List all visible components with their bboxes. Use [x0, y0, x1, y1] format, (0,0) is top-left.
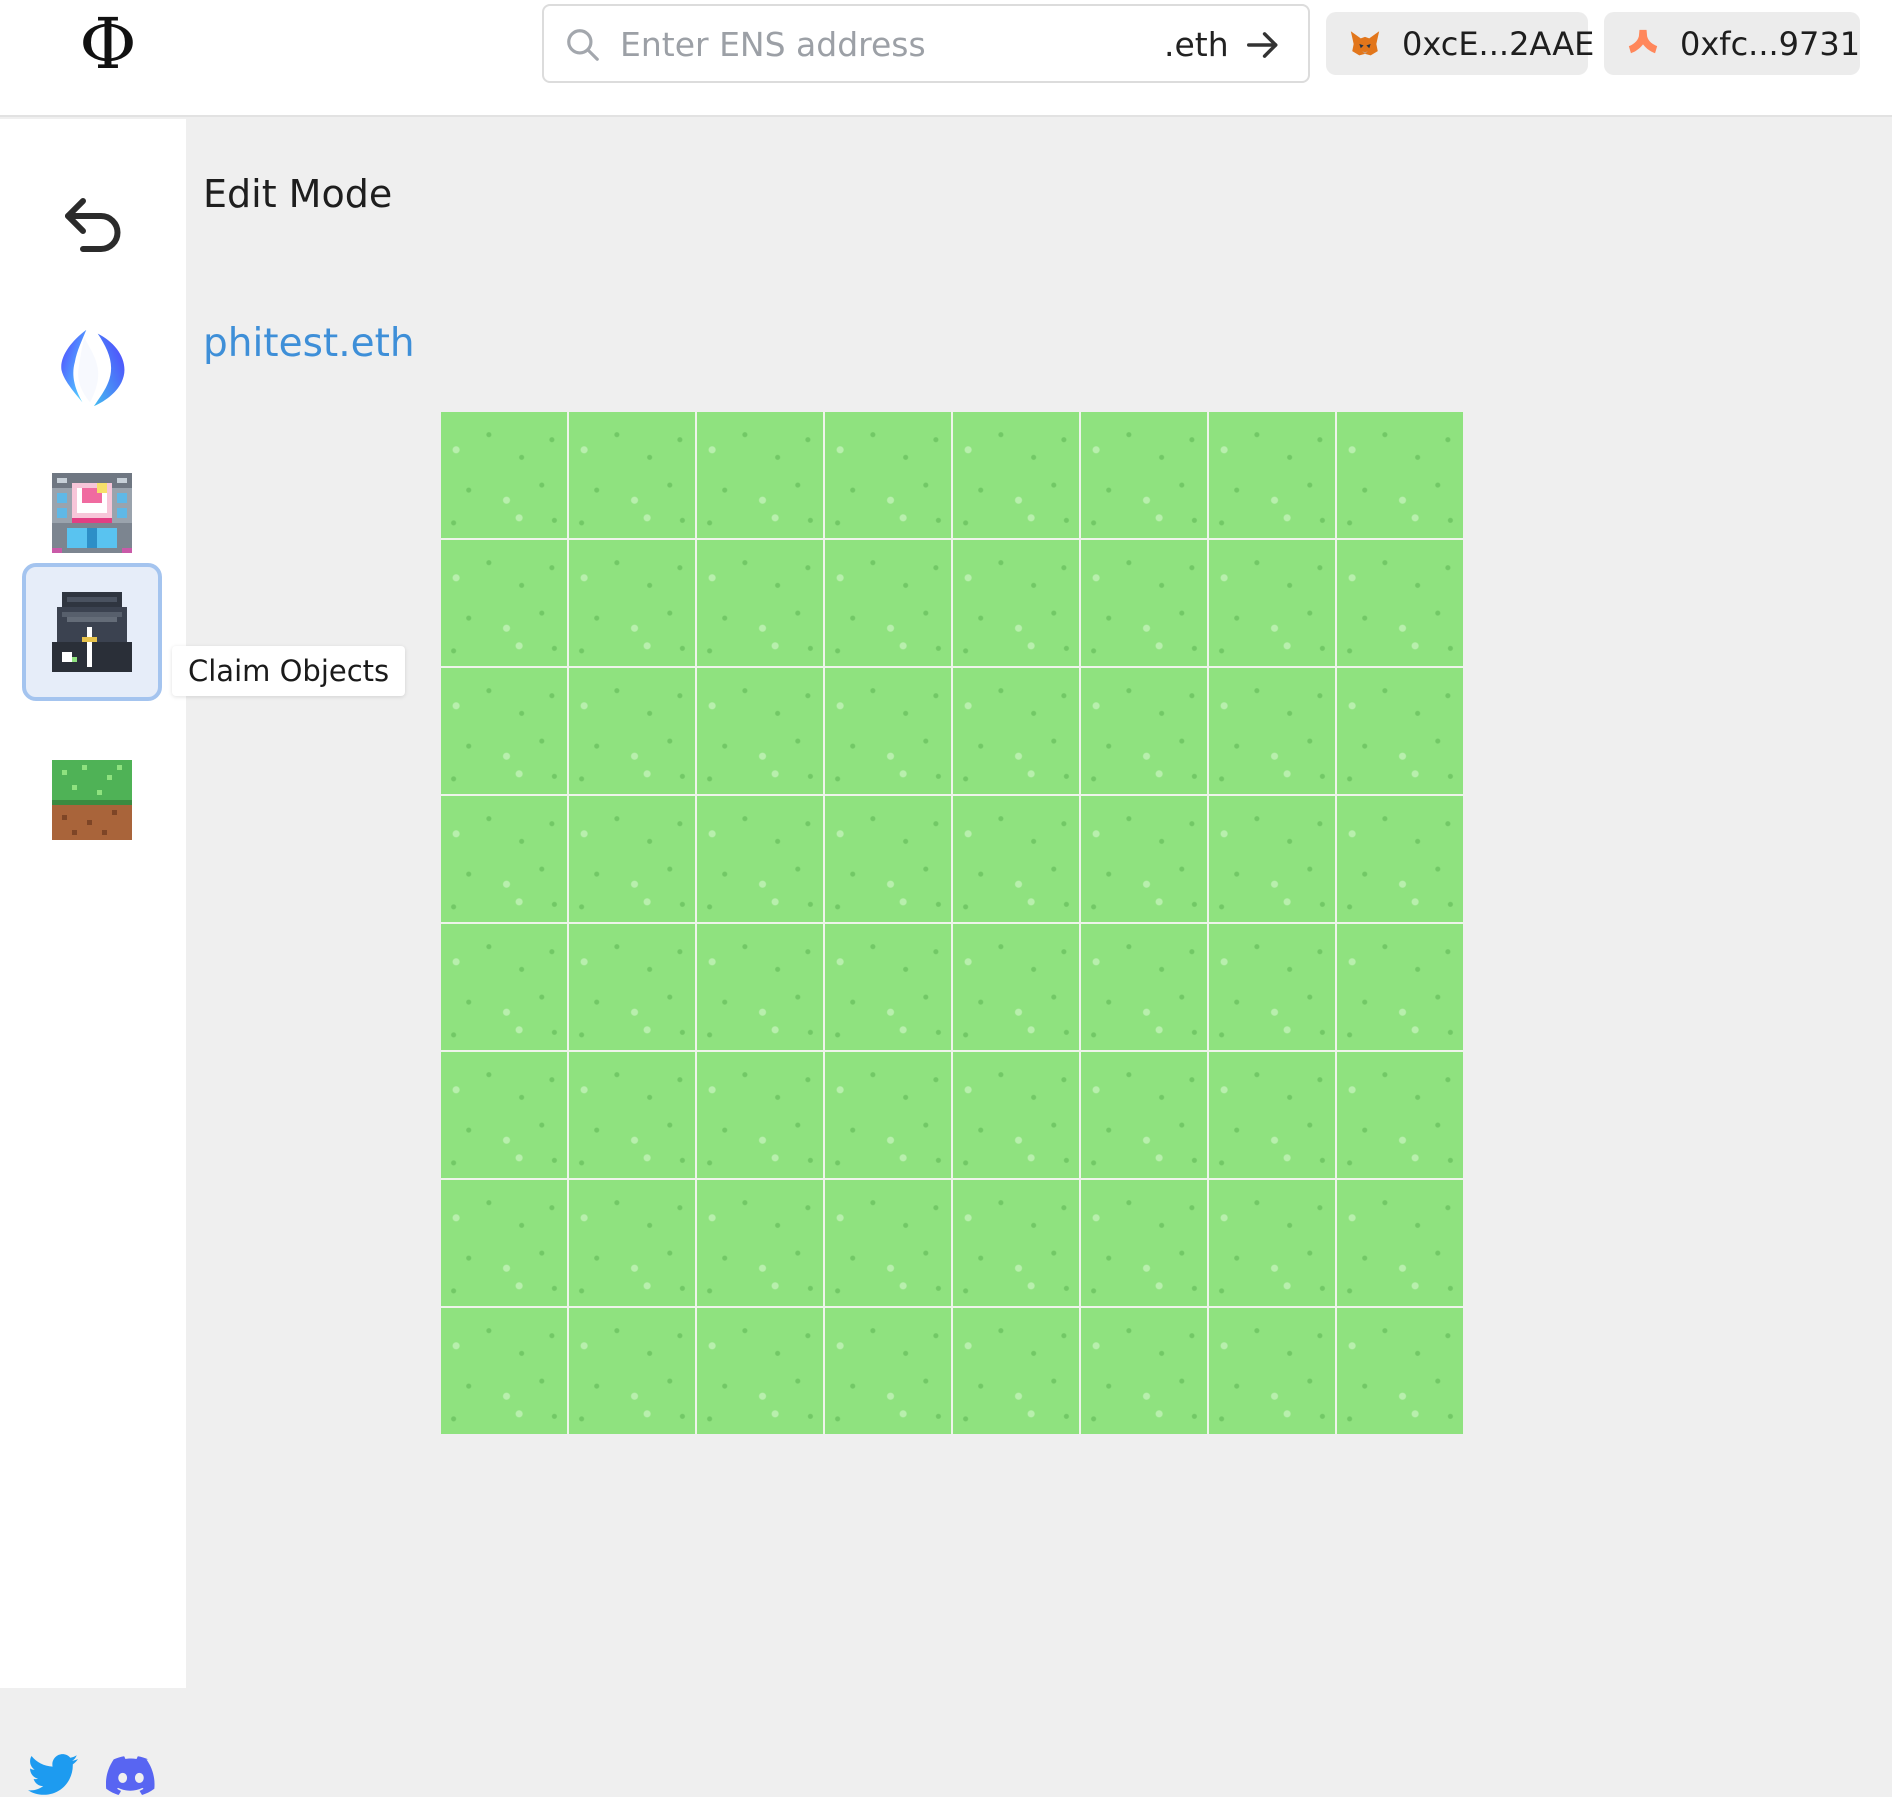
grass-tile[interactable] — [1337, 540, 1463, 666]
grass-tile[interactable] — [1337, 1308, 1463, 1434]
grass-tile[interactable] — [569, 412, 695, 538]
grass-tile[interactable] — [1209, 1308, 1335, 1434]
grass-tile[interactable] — [1209, 540, 1335, 666]
grass-tile[interactable] — [1081, 1308, 1207, 1434]
grass-tile[interactable] — [441, 796, 567, 922]
metamask-fox-icon — [1350, 30, 1380, 55]
grass-tile[interactable] — [825, 668, 951, 794]
argent-wallet-icon — [1628, 29, 1658, 53]
grass-tile[interactable] — [569, 796, 695, 922]
grass-tile[interactable] — [825, 412, 951, 538]
grass-tile[interactable] — [1337, 668, 1463, 794]
grass-tile[interactable] — [1209, 1180, 1335, 1306]
land-grid — [441, 412, 1463, 1434]
grass-tile[interactable] — [441, 412, 567, 538]
grass-tile[interactable] — [441, 1180, 567, 1306]
grass-tile[interactable] — [825, 796, 951, 922]
grass-tile[interactable] — [953, 412, 1079, 538]
grass-tile[interactable] — [1081, 412, 1207, 538]
grass-tile[interactable] — [569, 1308, 695, 1434]
grass-tile[interactable] — [825, 924, 951, 1050]
undo-arrow-icon — [65, 198, 121, 252]
grass-tile[interactable] — [441, 540, 567, 666]
grass-tile[interactable] — [953, 1308, 1079, 1434]
grass-tile[interactable] — [1209, 668, 1335, 794]
grass-tile[interactable] — [1081, 796, 1207, 922]
ens-search-input[interactable] — [620, 16, 1140, 72]
grass-tile[interactable] — [1209, 412, 1335, 538]
left-sidebar — [0, 119, 186, 1795]
grass-tile[interactable] — [1337, 796, 1463, 922]
objects-button[interactable] — [22, 444, 162, 582]
grass-tile[interactable] — [953, 1052, 1079, 1178]
grass-tile[interactable] — [569, 924, 695, 1050]
back-button[interactable] — [22, 156, 162, 294]
grass-tile[interactable] — [569, 1180, 695, 1306]
grass-tile[interactable] — [825, 1052, 951, 1178]
ens-name-link[interactable]: phitest.eth — [203, 318, 415, 370]
ens-logo-icon — [61, 329, 125, 407]
grass-tile[interactable] — [697, 1052, 823, 1178]
search-icon — [567, 29, 599, 61]
grass-tile[interactable] — [569, 668, 695, 794]
claim-objects-button[interactable] — [22, 563, 162, 701]
grass-tile[interactable] — [1081, 924, 1207, 1050]
grass-tile[interactable] — [953, 1180, 1079, 1306]
grass-tile-icon — [52, 760, 132, 840]
top-header: Φ .eth 0xcE...2AAE 0xfc...9731 — [0, 0, 1892, 117]
grass-tile[interactable] — [825, 1180, 951, 1306]
ens-search-bar[interactable]: .eth — [542, 4, 1310, 83]
wallet-address-1: 0xcE...2AAE — [1402, 24, 1595, 63]
grass-tile[interactable] — [1337, 1180, 1463, 1306]
eth-suffix-label: .eth — [1164, 25, 1229, 64]
grass-tile[interactable] — [1209, 924, 1335, 1050]
grass-tile[interactable] — [1081, 668, 1207, 794]
grass-tile[interactable] — [1209, 1052, 1335, 1178]
grass-tile[interactable] — [441, 924, 567, 1050]
grass-tile[interactable] — [1081, 1180, 1207, 1306]
grass-tile[interactable] — [1081, 540, 1207, 666]
grass-tile[interactable] — [569, 540, 695, 666]
grass-tile[interactable] — [1081, 1052, 1207, 1178]
twitter-icon[interactable] — [28, 1753, 78, 1797]
grass-tile[interactable] — [697, 668, 823, 794]
wallet-address-2: 0xfc...9731 — [1680, 24, 1861, 63]
grass-tile[interactable] — [697, 540, 823, 666]
metamask-wallet-button[interactable]: 0xcE...2AAE — [1326, 12, 1594, 75]
grass-tile[interactable] — [441, 1052, 567, 1178]
grass-tile[interactable] — [1337, 412, 1463, 538]
grass-tile[interactable] — [825, 540, 951, 666]
grass-tile[interactable] — [697, 924, 823, 1050]
grass-tile[interactable] — [953, 540, 1079, 666]
grass-tile[interactable] — [953, 796, 1079, 922]
tiles-button[interactable] — [22, 731, 162, 869]
discord-icon[interactable] — [106, 1753, 156, 1797]
unicorn-hotel-icon — [52, 473, 132, 553]
grass-tile[interactable] — [1337, 924, 1463, 1050]
loot-chest-icon — [52, 592, 132, 672]
grass-tile[interactable] — [697, 796, 823, 922]
claim-objects-tooltip: Claim Objects — [172, 646, 406, 696]
grass-tile[interactable] — [1337, 1052, 1463, 1178]
grass-tile[interactable] — [441, 668, 567, 794]
grass-tile[interactable] — [697, 412, 823, 538]
argent-wallet-button[interactable]: 0xfc...9731 — [1604, 12, 1860, 75]
grass-tile[interactable] — [569, 1052, 695, 1178]
grass-tile[interactable] — [825, 1308, 951, 1434]
grass-tile[interactable] — [953, 924, 1079, 1050]
grass-tile[interactable] — [697, 1308, 823, 1434]
page-title: Edit Mode — [203, 172, 393, 216]
grass-tile[interactable] — [1209, 796, 1335, 922]
grass-tile[interactable] — [953, 668, 1079, 794]
grass-tile[interactable] — [697, 1180, 823, 1306]
arrow-right-icon[interactable] — [1244, 26, 1282, 64]
grass-tile[interactable] — [441, 1308, 567, 1434]
phi-logo[interactable]: Φ — [76, 4, 140, 84]
ens-button[interactable] — [22, 299, 162, 437]
